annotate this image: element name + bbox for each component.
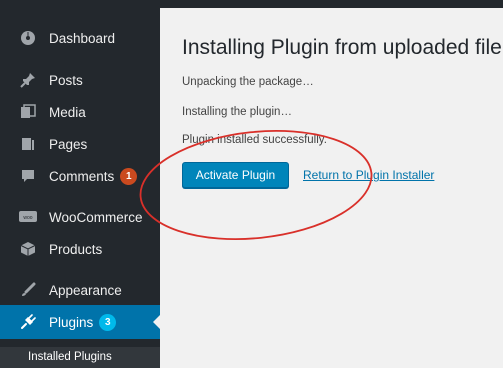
sidebar-item-label: Plugins — [49, 314, 94, 330]
plugins-icon — [19, 313, 37, 331]
appearance-icon — [19, 281, 37, 299]
sidebar-item-dashboard[interactable]: Dashboard — [0, 21, 160, 55]
sidebar-item-pages[interactable]: Pages — [0, 127, 160, 161]
comment-icon — [19, 167, 37, 185]
plugins-update-badge: 3 — [99, 313, 117, 331]
sidebar-item-label: WooCommerce — [49, 209, 143, 225]
pages-icon — [19, 135, 37, 153]
media-icon — [19, 103, 37, 121]
admin-sidebar: Dashboard Posts Media Pages Comments 1 w… — [0, 8, 161, 368]
sidebar-item-label: Dashboard — [49, 30, 116, 46]
sidebar-item-appearance[interactable]: Appearance — [0, 273, 160, 307]
activate-plugin-button[interactable]: Activate Plugin — [182, 162, 289, 188]
sidebar-item-plugins[interactable]: Plugins 3 — [0, 305, 161, 339]
admin-bar — [0, 0, 503, 8]
sidebar-item-label: Posts — [49, 72, 83, 88]
status-message: Plugin installed successfully. — [182, 134, 327, 146]
return-to-plugin-installer-link[interactable]: Return to Plugin Installer — [303, 168, 434, 182]
pin-icon — [19, 71, 37, 89]
woocommerce-icon: woo — [19, 208, 37, 226]
products-icon — [19, 240, 37, 258]
status-message: Installing the plugin… — [182, 106, 292, 118]
page-title: Installing Plugin from uploaded file: — [182, 36, 503, 59]
sidebar-item-label: Comments — [49, 168, 115, 184]
status-message: Unpacking the package… — [182, 76, 314, 88]
sidebar-item-label: Media — [49, 104, 86, 120]
dashboard-icon — [19, 29, 37, 47]
sidebar-item-label: Appearance — [49, 282, 122, 298]
comments-count-badge: 1 — [120, 167, 138, 185]
sidebar-item-woocommerce[interactable]: woo WooCommerce — [0, 200, 160, 234]
sidebar-item-label: Pages — [49, 136, 88, 152]
sidebar-item-comments[interactable]: Comments 1 — [0, 159, 160, 193]
main-content: Installing Plugin from uploaded file: Un… — [160, 8, 503, 360]
svg-text:woo: woo — [23, 215, 32, 221]
sidebar-item-media[interactable]: Media — [0, 95, 160, 129]
sidebar-item-label: Products — [49, 241, 103, 257]
sidebar-item-posts[interactable]: Posts — [0, 63, 160, 97]
sidebar-item-products[interactable]: Products — [0, 232, 160, 266]
submenu-item-installed-plugins[interactable]: Installed Plugins — [0, 347, 160, 368]
